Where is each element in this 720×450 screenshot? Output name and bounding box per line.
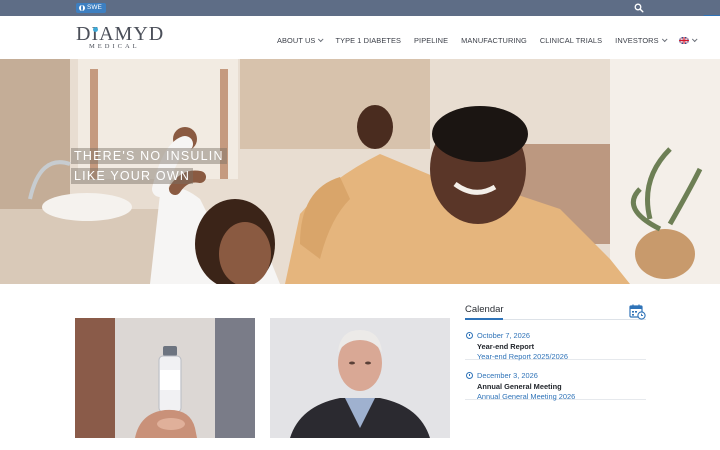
calendar-widget: Calendar October 7, 2026 Year-end Report… — [465, 301, 646, 401]
vial-image-card[interactable] — [75, 318, 255, 438]
nav-item-clinical-trials[interactable]: CLINICAL TRIALS — [540, 36, 602, 45]
vial-photo — [75, 318, 255, 438]
nav-item-label: INVESTORS — [615, 35, 659, 45]
hero-banner: THERE'S NO INSULIN LIKE YOUR OWN — [0, 59, 720, 284]
person-portrait-card[interactable] — [270, 318, 450, 438]
calendar-icon[interactable] — [629, 303, 646, 320]
search-icon[interactable] — [634, 3, 644, 13]
clock-icon — [466, 372, 473, 379]
event-title: Annual General Meeting — [477, 382, 562, 391]
calendar-title: Calendar — [465, 304, 504, 315]
language-selector[interactable] — [678, 36, 698, 44]
uk-flag-icon — [678, 36, 689, 44]
clock-icon — [466, 332, 473, 339]
nav-item-type-1-diabetes[interactable]: TYPE 1 DIABETES — [335, 36, 401, 45]
portrait-photo — [270, 318, 450, 438]
hero-tagline: THERE'S NO INSULIN LIKE YOUR OWN — [71, 147, 227, 187]
hero-tagline-line-1: THERE'S NO INSULIN — [71, 148, 227, 164]
language-switch-button[interactable]: SWE — [76, 3, 106, 13]
nav-item-about-us[interactable]: ABOUT US — [277, 35, 324, 45]
chevron-down-icon — [318, 36, 324, 43]
nav-item-pipeline[interactable]: PIPELINE — [414, 36, 448, 45]
nav-item-manufacturing[interactable]: MANUFACTURING — [461, 36, 527, 45]
nav-item-label: ABOUT US — [277, 35, 316, 45]
chevron-down-icon — [661, 36, 668, 43]
main-navigation: ABOUT US TYPE 1 DIABETES PIPELINE MANUFA… — [277, 35, 709, 45]
event-date: December 3, 2026 — [477, 371, 538, 380]
chevron-down-icon — [691, 36, 698, 43]
hero-tagline-line-2: LIKE YOUR OWN — [71, 168, 194, 184]
nav-item-label: PIPELINE — [414, 35, 449, 45]
calendar-header: Calendar — [465, 301, 646, 320]
nav-item-label: CLINICAL TRIALS — [539, 35, 603, 45]
language-switch-label: SWE — [87, 4, 102, 11]
nav-item-investors[interactable]: INVESTORS — [615, 35, 668, 45]
logo-dot — [93, 27, 98, 32]
top-bar: SWE — [0, 0, 720, 16]
logo-subtitle: MEDICAL — [89, 43, 140, 50]
logo-wordmark: DIAMYD — [76, 23, 165, 45]
calendar-event[interactable]: October 7, 2026 Year-end Report Year-end… — [465, 320, 646, 361]
nav-item-label: MANUFACTURING — [461, 35, 527, 45]
globe-icon — [79, 5, 85, 11]
diamyd-logo[interactable]: DIAMYD MEDICAL — [76, 24, 163, 52]
nav-item-label: TYPE 1 DIABETES — [335, 35, 402, 45]
calendar-event[interactable]: December 3, 2026 Annual General Meeting … — [465, 360, 646, 401]
event-title: Year-end Report — [477, 342, 535, 351]
event-description[interactable]: Annual General Meeting 2026 — [477, 392, 575, 401]
event-date: October 7, 2026 — [477, 331, 531, 340]
